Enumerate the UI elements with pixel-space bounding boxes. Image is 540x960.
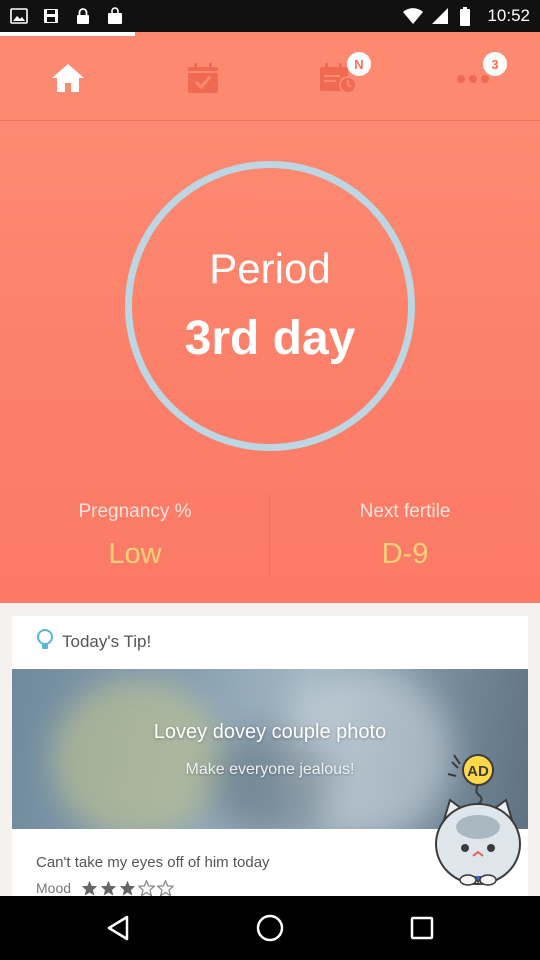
cycle-day-label: 3rd day [184, 312, 356, 365]
ad-mascot-button[interactable]: AD [428, 752, 528, 892]
tip-header: Today's Tip! [36, 628, 151, 656]
active-tab-indicator [0, 32, 135, 36]
mood-label: Mood [36, 880, 72, 896]
app-screen: N 3 Period 3rd day Pregnancy % Low Next … [0, 32, 540, 896]
pregnancy-stat[interactable]: Pregnancy % Low [0, 501, 270, 571]
lightbulb-icon [36, 628, 54, 656]
cycle-ring[interactable] [125, 161, 415, 451]
tip-title: Today's Tip! [62, 632, 152, 651]
pregnancy-value: Low [108, 538, 162, 570]
cycle-phase-title: Period [209, 245, 331, 292]
star-filled-icon [100, 880, 117, 896]
star-filled-icon [81, 880, 98, 896]
calendar-check-icon [186, 61, 220, 95]
photo-background [52, 679, 222, 829]
schedule-badge: N [347, 52, 371, 76]
image-icon [10, 7, 28, 25]
tab-calendar[interactable] [135, 46, 270, 110]
photo-background [212, 729, 332, 829]
home-circle-icon [256, 914, 284, 942]
mood-row: Mood [36, 880, 175, 896]
lock-icon [74, 7, 92, 25]
back-button[interactable] [98, 908, 138, 948]
fertile-stat[interactable]: Next fertile D-9 [270, 501, 540, 571]
star-empty-icon [157, 880, 175, 896]
home-nav-button[interactable] [250, 908, 290, 948]
cat-mascot-icon: AD [435, 754, 521, 886]
home-icon [50, 62, 86, 94]
system-nav-bar [0, 896, 540, 960]
fertile-value: D-9 [381, 538, 429, 570]
tab-more[interactable]: 3 [405, 46, 540, 110]
wifi-icon [403, 7, 424, 25]
signal-icon [431, 7, 449, 25]
ad-badge-text: AD [467, 763, 489, 780]
pregnancy-label: Pregnancy % [78, 501, 192, 522]
tab-home[interactable] [0, 46, 135, 110]
status-bar: 10:52 [0, 0, 540, 32]
post-text: Can't take my eyes off of him today [36, 854, 270, 871]
cycle-status-panel: Period 3rd day Pregnancy % Low Next fert… [0, 121, 540, 603]
photo-title: Lovey dovey couple photo [153, 721, 387, 743]
bag-icon [106, 7, 124, 25]
status-time: 10:52 [487, 6, 530, 25]
save-icon [42, 7, 60, 25]
more-badge: 3 [483, 52, 507, 76]
mood-stars [81, 880, 175, 896]
recents-icon [410, 916, 434, 940]
star-filled-icon [119, 880, 136, 896]
recents-button[interactable] [402, 908, 442, 948]
tab-schedule[interactable]: N [270, 46, 405, 110]
star-empty-icon [138, 880, 156, 896]
fertile-label: Next fertile [359, 501, 451, 522]
battery-icon [459, 7, 477, 26]
back-icon [107, 915, 129, 941]
top-tab-bar: N 3 [0, 32, 540, 121]
